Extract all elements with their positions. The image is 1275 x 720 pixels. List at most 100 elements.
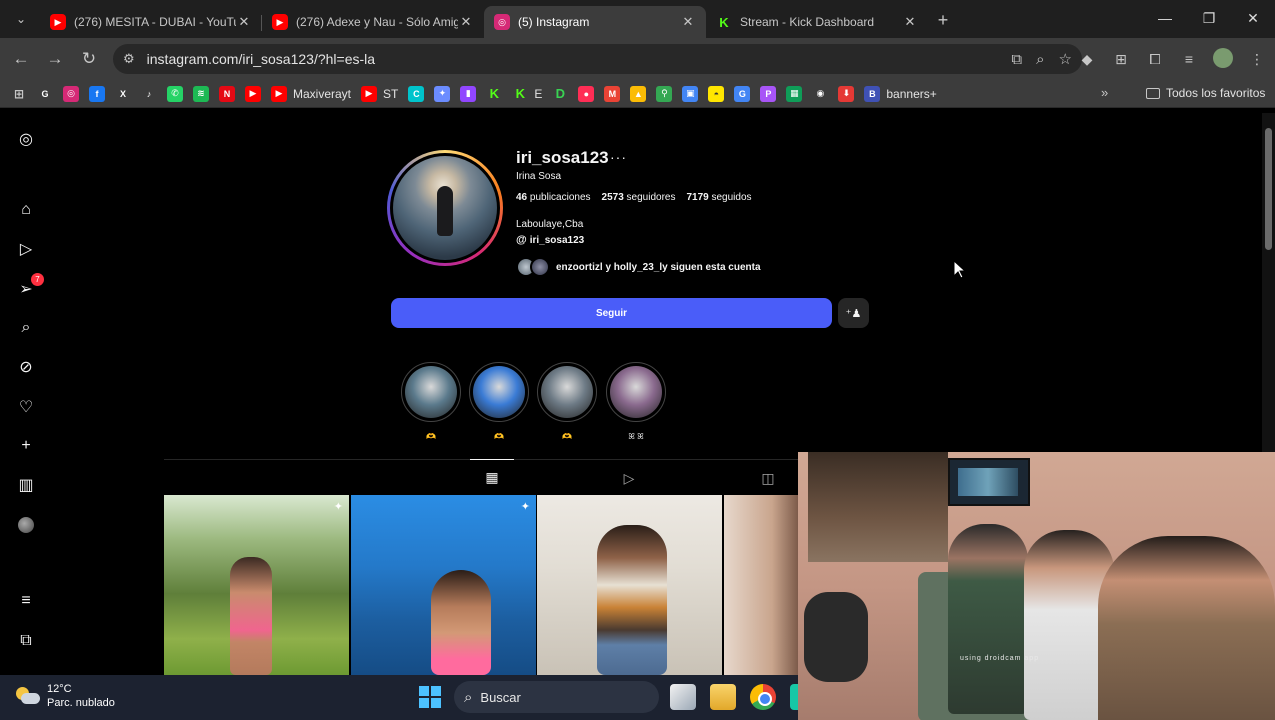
- story-highlight[interactable]: ꕤ ꕤ: [606, 362, 666, 442]
- bookmark[interactable]: KE: [512, 86, 543, 102]
- bookmark[interactable]: P: [760, 85, 777, 102]
- story-highlight[interactable]: 🫶: [469, 362, 529, 441]
- explore-icon[interactable]: ⊘: [16, 357, 36, 377]
- taskbar-search[interactable]: ⌕ Buscar: [454, 681, 659, 713]
- address-bar[interactable]: ⚙ instagram.com/iri_sosa123/?hl=es-la ⧉ …: [113, 44, 1082, 74]
- bookmark[interactable]: X: [115, 86, 131, 102]
- story-highlight[interactable]: 🫶: [537, 362, 597, 441]
- messages-icon[interactable]: ➢ 7: [16, 273, 44, 299]
- windows-start-icon[interactable]: [419, 686, 441, 708]
- reels-tab-icon[interactable]: ▷: [607, 460, 651, 496]
- instagram-logo-icon[interactable]: ◎: [16, 129, 36, 149]
- media-control-icon[interactable]: ≡: [1177, 51, 1201, 67]
- profile-avatar-icon[interactable]: [1211, 47, 1235, 71]
- weather-widget[interactable]: 12°C Parc. nublado: [16, 682, 115, 710]
- profile-avatar[interactable]: [16, 515, 36, 535]
- browser-tab[interactable]: ◎ (5) Instagram ✕: [484, 6, 706, 38]
- bookmark[interactable]: ♪: [141, 86, 157, 102]
- bookmark[interactable]: f: [89, 85, 105, 102]
- all-bookmarks-folder[interactable]: Todos los favoritos: [1146, 86, 1265, 100]
- browser-tab[interactable]: ▶ (276) MESITA - DUBAI - YouTube ✕: [40, 6, 262, 38]
- reels-icon[interactable]: ▷: [16, 239, 36, 259]
- bookmark[interactable]: ▶: [245, 85, 261, 102]
- post-thumbnail[interactable]: [724, 495, 804, 675]
- followed-by[interactable]: enzoortizl y holly_23_ly siguen esta cue…: [516, 256, 761, 278]
- bookmark[interactable]: D: [552, 86, 568, 102]
- bookmark[interactable]: ▶ ST: [361, 85, 398, 102]
- posts-grid-icon[interactable]: ▦: [470, 459, 514, 495]
- profile-picture-story-ring[interactable]: [387, 150, 503, 266]
- following-stat[interactable]: 7179 seguidos: [686, 192, 751, 203]
- bookmark[interactable]: ⬇: [838, 85, 855, 102]
- back-icon[interactable]: ←: [4, 42, 38, 76]
- task-view-icon[interactable]: [670, 684, 696, 710]
- tagged-tab-icon[interactable]: ◫: [746, 460, 790, 496]
- bookmark[interactable]: ◎: [63, 85, 79, 102]
- forward-icon[interactable]: →: [38, 42, 72, 76]
- search-icon[interactable]: ⌕: [16, 318, 36, 338]
- bookmark[interactable]: G: [37, 86, 53, 102]
- threads-link[interactable]: @ iri_sosa123: [516, 234, 584, 246]
- bookmark[interactable]: K: [486, 86, 502, 102]
- extensions-puzzle-icon[interactable]: ⧠: [1143, 51, 1167, 68]
- post-thumbnail[interactable]: ✦: [351, 495, 536, 675]
- bookmark[interactable]: ✆: [167, 85, 183, 102]
- restore-icon[interactable]: ❐: [1187, 0, 1231, 36]
- bookmark[interactable]: ▣: [682, 85, 699, 102]
- drive-icon: ▲: [630, 85, 647, 102]
- chrome-icon[interactable]: [750, 684, 776, 710]
- url-text[interactable]: instagram.com/iri_sosa123/?hl=es-la: [147, 51, 375, 67]
- bookmark[interactable]: C: [408, 85, 425, 102]
- bookmark[interactable]: ▮: [460, 85, 477, 102]
- install-app-icon[interactable]: ⧉: [1011, 51, 1022, 68]
- youtube-icon: ▶: [272, 14, 288, 30]
- minimize-icon[interactable]: —: [1143, 0, 1187, 36]
- tab-search-button[interactable]: ⌄: [6, 4, 36, 34]
- options-icon[interactable]: ···: [610, 149, 627, 165]
- browser-menu-icon[interactable]: ⋮: [1245, 51, 1269, 68]
- post-thumbnail[interactable]: ✦: [164, 495, 349, 675]
- more-bookmarks-icon[interactable]: »: [1101, 85, 1108, 100]
- bookmark[interactable]: ✦: [434, 85, 451, 102]
- zoom-icon[interactable]: ⌕: [1036, 51, 1044, 68]
- scrollbar-thumb[interactable]: [1265, 128, 1272, 250]
- browser-tab[interactable]: K Stream - Kick Dashboard ✕: [706, 6, 928, 38]
- new-tab-button[interactable]: +: [928, 6, 958, 36]
- also-from-meta-icon[interactable]: ⧉: [16, 631, 36, 651]
- post-thumbnail[interactable]: [537, 495, 722, 675]
- close-tab-icon[interactable]: ✕: [236, 14, 252, 30]
- followers-stat[interactable]: 2573 seguidores: [602, 192, 676, 203]
- bookmark[interactable]: N: [219, 85, 235, 102]
- browser-tab[interactable]: ▶ (276) Adexe y Nau - Sólo Amigos ✕: [262, 6, 484, 38]
- close-tab-icon[interactable]: ✕: [902, 14, 918, 30]
- create-icon[interactable]: +: [16, 436, 36, 456]
- bookmark[interactable]: ●: [578, 85, 595, 102]
- bookmark[interactable]: ◓: [708, 85, 725, 102]
- story-highlight[interactable]: 🫶: [401, 362, 461, 441]
- more-menu-icon[interactable]: ≡: [16, 591, 36, 611]
- dashboard-icon[interactable]: ▥: [16, 475, 36, 495]
- apps-grid-icon[interactable]: ⊞: [11, 86, 27, 102]
- bookmark[interactable]: ◉: [812, 86, 828, 102]
- extension-gem-icon[interactable]: ◆: [1075, 51, 1099, 68]
- close-window-icon[interactable]: ✕: [1231, 0, 1275, 36]
- notifications-heart-icon[interactable]: ♡: [16, 397, 36, 417]
- bookmark-star-icon[interactable]: ☆: [1059, 50, 1072, 68]
- follow-button[interactable]: Seguir: [391, 298, 832, 328]
- bookmark[interactable]: ▲: [630, 85, 647, 102]
- bookmark[interactable]: ▶ Maxiverayt: [271, 85, 351, 102]
- reload-icon[interactable]: ↻: [72, 42, 106, 76]
- bookmark[interactable]: ⚲: [656, 85, 673, 102]
- bookmark[interactable]: G: [734, 85, 751, 102]
- bookmark[interactable]: M: [604, 85, 621, 102]
- translate-extension-icon[interactable]: ⊞: [1109, 51, 1133, 68]
- close-tab-icon[interactable]: ✕: [680, 14, 696, 30]
- bookmark[interactable]: ≋: [193, 85, 209, 102]
- bookmark[interactable]: Bbanners+: [864, 85, 937, 102]
- suggested-accounts-icon[interactable]: ⁺♟: [838, 298, 869, 328]
- home-icon[interactable]: ⌂: [16, 200, 36, 220]
- file-explorer-icon[interactable]: [710, 684, 736, 710]
- site-settings-icon[interactable]: ⚙: [123, 51, 135, 67]
- bookmark[interactable]: ▦: [786, 85, 803, 102]
- close-tab-icon[interactable]: ✕: [458, 14, 474, 30]
